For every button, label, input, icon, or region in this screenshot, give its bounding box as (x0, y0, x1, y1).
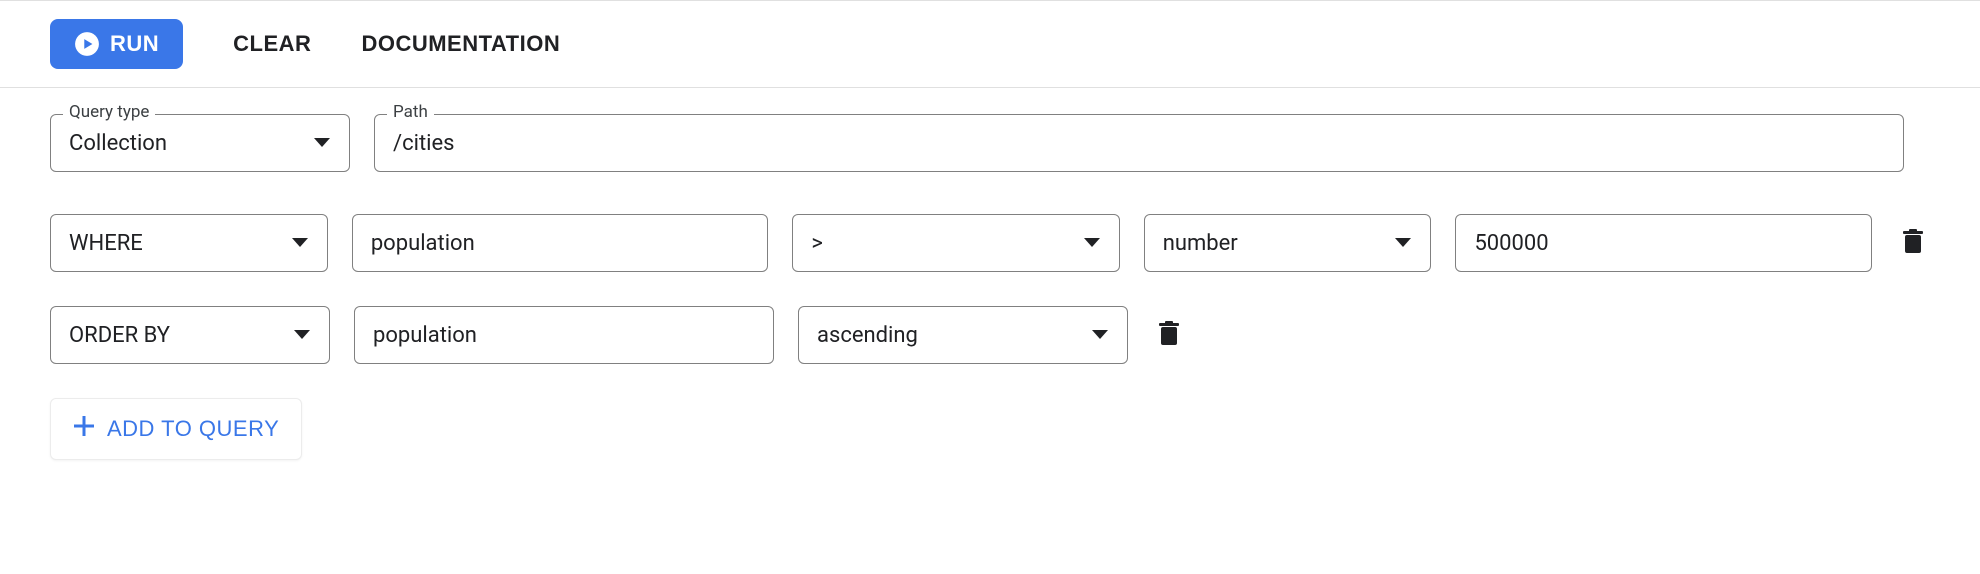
orderby-direction-select[interactable]: ascending (798, 306, 1128, 364)
chevron-down-icon (1091, 329, 1109, 341)
run-button-label: RUN (110, 31, 159, 57)
delete-orderby-button[interactable] (1152, 315, 1186, 356)
chevron-down-icon (1394, 237, 1412, 249)
where-operator-select[interactable]: > (792, 214, 1119, 272)
query-header-row: Query type Collection Path /cities (50, 114, 1930, 172)
trash-icon (1902, 243, 1924, 258)
chevron-down-icon (293, 329, 311, 341)
add-to-query-button[interactable]: ADD TO QUERY (50, 398, 302, 460)
where-field-input[interactable]: population (352, 214, 769, 272)
query-type-value: Collection (69, 131, 301, 156)
chevron-down-icon (1083, 237, 1101, 249)
where-operator-value: > (811, 231, 1070, 256)
where-clause-row: WHERE population > number 500000 (50, 214, 1930, 272)
query-builder: Query type Collection Path /cities WHERE… (0, 88, 1980, 500)
orderby-field-value: population (373, 323, 755, 348)
clear-button[interactable]: CLEAR (233, 31, 311, 57)
path-input[interactable]: Path /cities (374, 114, 1904, 172)
orderby-direction-value: ascending (817, 323, 1079, 348)
orderby-field-input[interactable]: population (354, 306, 774, 364)
trash-icon (1158, 335, 1180, 350)
chevron-down-icon (291, 237, 309, 249)
query-type-label: Query type (63, 104, 155, 121)
where-field-value: population (371, 231, 750, 256)
orderby-clause-row: ORDER BY population ascending (50, 306, 1930, 364)
where-type-value: number (1163, 231, 1383, 256)
where-value: 500000 (1474, 231, 1853, 256)
toolbar: RUN CLEAR DOCUMENTATION (0, 0, 1980, 88)
clause-type-select[interactable]: ORDER BY (50, 306, 330, 364)
where-type-select[interactable]: number (1144, 214, 1432, 272)
query-type-select[interactable]: Query type Collection (50, 114, 350, 172)
clause-type-select[interactable]: WHERE (50, 214, 328, 272)
play-icon (74, 31, 100, 57)
path-label: Path (387, 104, 434, 121)
path-value: /cities (393, 131, 1885, 156)
clause-type-value: ORDER BY (69, 323, 281, 348)
add-to-query-label: ADD TO QUERY (107, 416, 279, 442)
where-value-input[interactable]: 500000 (1455, 214, 1872, 272)
chevron-down-icon (313, 137, 331, 149)
delete-where-button[interactable] (1896, 223, 1930, 264)
documentation-button[interactable]: DOCUMENTATION (361, 31, 560, 57)
run-button[interactable]: RUN (50, 19, 183, 69)
plus-icon (73, 415, 95, 443)
clause-type-value: WHERE (69, 231, 279, 256)
